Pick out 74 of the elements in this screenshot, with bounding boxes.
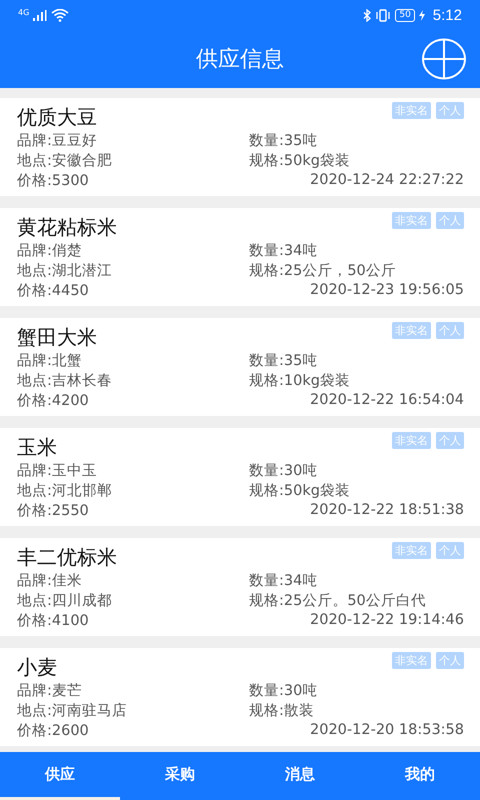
spec-text: 规格:10kg袋装 — [249, 372, 351, 390]
network-type: 4G — [18, 8, 30, 17]
product-name: 玉米 — [17, 434, 57, 461]
quantity-text: 数量:35吨 — [249, 352, 318, 370]
bluetooth-icon — [363, 8, 372, 22]
tag-label: 非实名 — [392, 542, 431, 559]
product-name: 优质大豆 — [17, 104, 97, 131]
tag-label: 非实名 — [392, 212, 431, 229]
clock-time: 5:12 — [432, 6, 462, 24]
spec-text: 规格:散装 — [249, 702, 315, 720]
tag-label: 个人 — [436, 102, 464, 119]
spec-text: 规格:25公斤，50公斤 — [249, 262, 397, 280]
date-time: 2020-12-22 19:14:46 — [310, 612, 464, 628]
tag-label: 非实名 — [392, 652, 431, 669]
product-name: 蟹田大米 — [17, 324, 97, 351]
tag-label: 个人 — [436, 432, 464, 449]
quantity-text: 数量:34吨 — [249, 572, 318, 590]
product-name: 黄花粘标米 — [17, 214, 117, 241]
page-title: 供应信息 — [196, 46, 284, 74]
supply-card[interactable]: 黄花粘标米 非实名 个人 品牌:俏楚 数量:34吨 地点:湖北潜江 规格:25公斤，50公斤 价格:4450 2020-12-23 19:56:05 — [0, 208, 480, 306]
tag-label: 个人 — [436, 212, 464, 229]
date-time: 2020-12-22 18:51:38 — [310, 502, 464, 518]
supply-card[interactable]: 优质大豆 非实名 个人 品牌:豆豆好 数量:35吨 地点:安徽合肥 规格:50kg袋装 价格:5300 2020-12-24 22:27:22 — [0, 98, 480, 196]
vibrate-icon — [375, 8, 392, 22]
add-icon[interactable] — [422, 38, 466, 80]
quantity-text: 数量:34吨 — [249, 242, 318, 260]
nav-tab[interactable]: 消息 — [240, 752, 360, 800]
price-text: 价格:4100 — [17, 612, 90, 630]
price-text: 价格:2550 — [17, 502, 90, 520]
brand-text: 品牌:麦芒 — [17, 682, 83, 700]
location-text: 地点:吉林长春 — [17, 372, 113, 390]
brand-text: 品牌:俏楚 — [17, 242, 83, 260]
price-text: 价格:4200 — [17, 392, 90, 410]
date-time: 2020-12-24 22:27:22 — [310, 172, 464, 188]
location-text: 地点:四川成都 — [17, 592, 113, 610]
supply-card[interactable]: 丰二优标米 非实名 个人 品牌:佳米 数量:34吨 地点:四川成都 规格:25公斤。50公斤白代 价格:4100 2020-12-22 19:14:46 — [0, 538, 480, 636]
tag-label: 非实名 — [392, 102, 431, 119]
date-time: 2020-12-23 19:56:05 — [310, 282, 464, 298]
tag-label: 个人 — [436, 322, 464, 339]
product-name: 小麦 — [17, 654, 57, 681]
location-text: 地点:河南驻马店 — [17, 702, 128, 720]
signal-icon — [33, 10, 48, 20]
brand-text: 品牌:北蟹 — [17, 352, 83, 370]
wifi-icon — [51, 8, 70, 22]
supply-card[interactable]: 蟹田大米 非实名 个人 品牌:北蟹 数量:35吨 地点:吉林长春 规格:10kg袋装 价格:4200 2020-12-22 16:54:04 — [0, 318, 480, 416]
price-text: 价格:5300 — [17, 172, 90, 190]
tag-label: 个人 — [436, 652, 464, 669]
supply-card[interactable]: 玉米 非实名 个人 品牌:玉中玉 数量:30吨 地点:河北邯郸 规格:50kg袋装 价格:2550 2020-12-22 18:51:38 — [0, 428, 480, 526]
quantity-text: 数量:30吨 — [249, 462, 318, 480]
tag-label: 非实名 — [392, 322, 431, 339]
location-text: 地点:湖北潜江 — [17, 262, 113, 280]
brand-text: 品牌:玉中玉 — [17, 462, 98, 480]
product-name: 丰二优标米 — [17, 544, 117, 571]
battery-level: 50 — [395, 8, 415, 22]
location-text: 地点:河北邯郸 — [17, 482, 113, 500]
spec-text: 规格:50kg袋装 — [249, 152, 351, 170]
nav-tab[interactable]: 我的 — [360, 752, 480, 800]
nav-tab[interactable]: 采购 — [120, 752, 240, 800]
supply-card[interactable]: 小麦 非实名 个人 品牌:麦芒 数量:30吨 地点:河南驻马店 规格:散装 价格:2600 2020-12-20 18:53:58 — [0, 648, 480, 746]
location-text: 地点:安徽合肥 — [17, 152, 113, 170]
charging-icon — [418, 10, 425, 20]
brand-text: 品牌:佳米 — [17, 572, 83, 590]
tag-label: 个人 — [436, 542, 464, 559]
spec-text: 规格:50kg袋装 — [249, 482, 351, 500]
price-text: 价格:2600 — [17, 722, 90, 740]
quantity-text: 数量:30吨 — [249, 682, 318, 700]
price-text: 价格:4450 — [17, 282, 90, 300]
tag-label: 非实名 — [392, 432, 431, 449]
nav-tab[interactable]: 供应 — [0, 752, 120, 800]
brand-text: 品牌:豆豆好 — [17, 132, 98, 150]
spec-text: 规格:25公斤。50公斤白代 — [249, 592, 427, 610]
date-time: 2020-12-20 18:53:58 — [310, 722, 464, 738]
date-time: 2020-12-22 16:54:04 — [310, 392, 464, 408]
quantity-text: 数量:35吨 — [249, 132, 318, 150]
